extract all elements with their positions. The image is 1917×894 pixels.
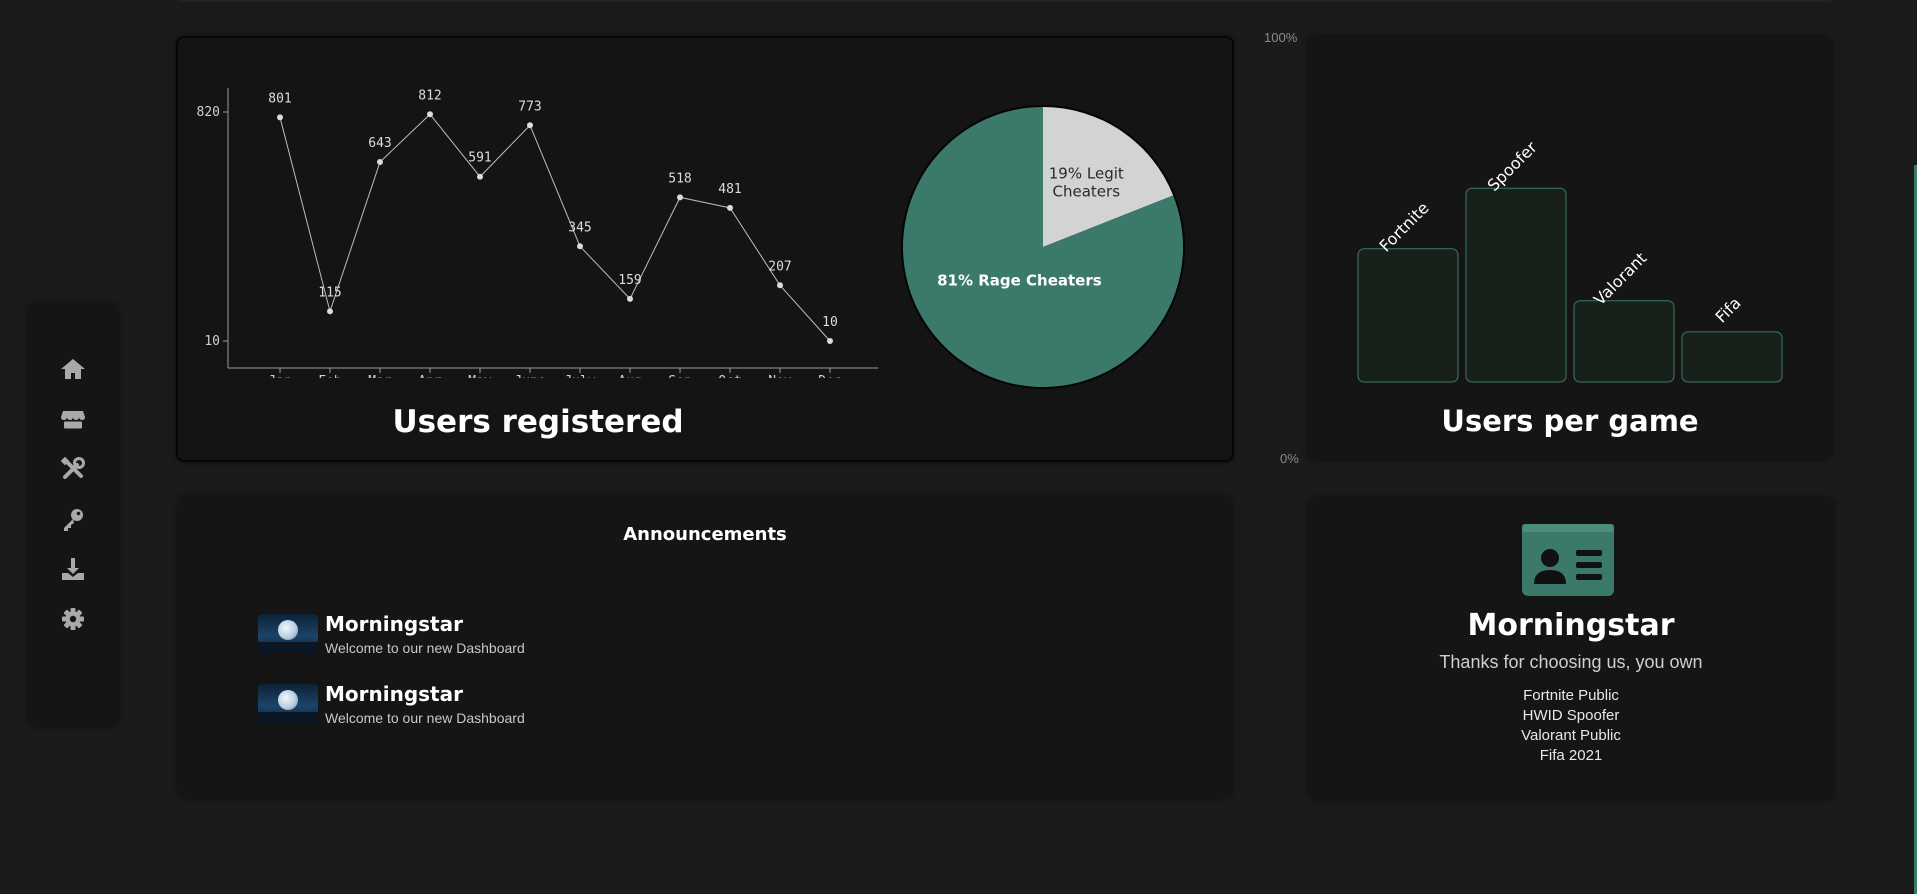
owned-product: Fortnite Public: [1523, 687, 1619, 704]
bar-axis-top-label: 100%: [1264, 30, 1298, 45]
bar-label: Spoofer: [1483, 137, 1541, 195]
data-point[interactable]: [327, 308, 333, 315]
x-tick-label: Apr: [418, 374, 442, 378]
gear-icon: [62, 608, 84, 630]
x-tick-label: Feb: [318, 374, 342, 378]
announcement-message: Welcome to our new Dashboard: [325, 640, 525, 656]
x-tick-label: July: [564, 374, 595, 378]
key-icon: [64, 509, 83, 531]
bar-axis-bottom-label: 0%: [1280, 451, 1299, 466]
data-label: 518: [668, 171, 691, 186]
id-card-icon: [1522, 524, 1614, 596]
bar-label: Valorant: [1590, 249, 1650, 309]
data-label: 801: [268, 91, 291, 106]
y-tick-label: 10: [204, 334, 220, 349]
users-registered-title: Users registered: [392, 404, 684, 440]
announcement-author: Morningstar: [325, 682, 463, 706]
announcement-author: Morningstar: [325, 612, 463, 636]
announcement-item[interactable]: Morningstar Welcome to our new Dashboard: [258, 612, 558, 658]
sidebar-item-tools[interactable]: [58, 454, 88, 484]
profile-card: Morningstar Thanks for choosing us, you …: [1308, 498, 1834, 800]
tools-icon: [60, 456, 85, 479]
data-point[interactable]: [727, 204, 733, 211]
x-tick-label: Mar: [368, 374, 392, 378]
avatar: [258, 684, 318, 724]
pie-slice-label: 81% Rage Cheaters: [937, 272, 1102, 290]
data-point[interactable]: [577, 243, 583, 250]
users-per-game-card: Fortnite Spoofer Valorant Fifa Users per ga…: [1308, 36, 1832, 460]
bar[interactable]: [1573, 300, 1675, 383]
sidebar-item-home[interactable]: [58, 354, 88, 384]
users-registered-line-chart: 820 10 801 Jan 115 Feb 643 Mar 812 Apr 591 May 773 Ju…: [197, 88, 878, 378]
data-label: 812: [418, 88, 441, 103]
announcements-card: Announcements Morningstar Welcome to our…: [178, 496, 1232, 798]
x-tick-label: Nov: [768, 374, 792, 378]
data-label: 207: [768, 259, 791, 274]
home-icon: [61, 359, 85, 379]
data-label: 591: [468, 151, 491, 166]
owned-product: Valorant Public: [1521, 727, 1621, 744]
announcements-title: Announcements: [623, 524, 787, 545]
sidebar-item-download[interactable]: [58, 554, 88, 584]
data-label: 159: [618, 273, 641, 288]
bar-label: Fortnite: [1375, 198, 1432, 255]
pie-slice-label: 19% Legit Cheaters: [1049, 164, 1124, 200]
owned-products-list: Fortnite Public HWID Spoofer Valorant Pu…: [1308, 686, 1834, 766]
users-registered-card: 820 10 801 Jan 115 Feb 643 Mar 812 Apr 591 May 773 Ju…: [176, 36, 1234, 462]
data-label: 115: [318, 285, 341, 300]
data-label: 481: [718, 182, 741, 197]
data-label: 345: [568, 220, 591, 235]
data-label: 643: [368, 136, 391, 151]
users-per-game-title: Users per game: [1441, 404, 1699, 438]
cheater-type-pie-chart: 19% Legit Cheaters 81% Rage Cheaters: [901, 105, 1185, 389]
x-tick-label: Oct: [718, 374, 741, 378]
data-point[interactable]: [277, 114, 283, 121]
bar[interactable]: [1357, 248, 1459, 383]
profile-thanks-text: Thanks for choosing us, you own: [1439, 652, 1703, 672]
data-point[interactable]: [527, 122, 533, 129]
announcement-item[interactable]: Morningstar Welcome to our new Dashboard: [258, 682, 558, 728]
download-icon: [62, 558, 84, 580]
owned-product: Fifa 2021: [1539, 747, 1603, 764]
bar[interactable]: [1465, 187, 1567, 383]
x-tick-label: May: [468, 374, 492, 378]
sidebar-item-keys[interactable]: [58, 504, 88, 534]
data-point[interactable]: [477, 173, 483, 180]
bar[interactable]: [1681, 331, 1783, 383]
users-per-game-bar-chart: Fortnite Spoofer Valorant Fifa: [1357, 137, 1783, 383]
series-line: [279, 113, 831, 342]
bar-label: Fifa: [1712, 293, 1745, 326]
data-point[interactable]: [677, 194, 683, 201]
data-point[interactable]: [627, 295, 633, 302]
data-point[interactable]: [827, 338, 833, 344]
announcement-message: Welcome to our new Dashboard: [325, 710, 525, 726]
x-tick-label: Sep: [668, 374, 692, 378]
data-label: 773: [518, 99, 541, 114]
owned-product: HWID Spoofer: [1522, 707, 1620, 724]
x-tick-label: Aug: [618, 374, 641, 378]
data-point[interactable]: [377, 159, 383, 166]
sidebar: [28, 304, 118, 726]
y-tick-label: 820: [197, 105, 220, 120]
data-label: 10: [822, 315, 838, 330]
data-point[interactable]: [427, 111, 433, 118]
x-tick-label: Jan: [268, 374, 291, 378]
x-tick-label: Dec: [818, 374, 841, 378]
avatar: [258, 614, 318, 654]
x-tick-label: June: [514, 374, 545, 378]
top-divider: [178, 0, 1831, 2]
profile-name: Morningstar: [1467, 608, 1675, 643]
sidebar-item-settings[interactable]: [58, 604, 88, 634]
data-point[interactable]: [777, 282, 783, 289]
